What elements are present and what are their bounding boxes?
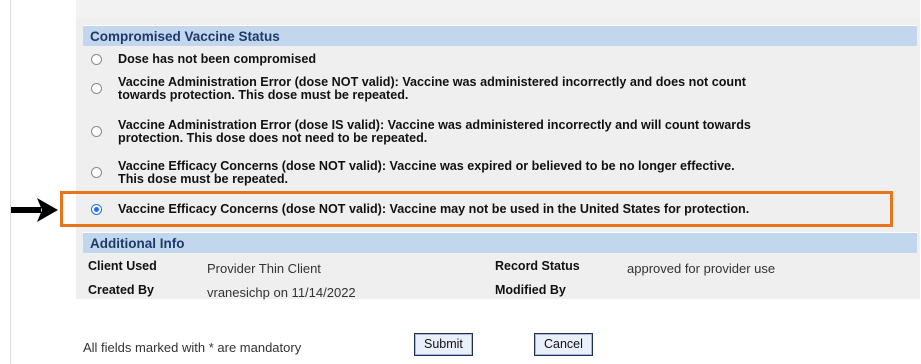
mandatory-fields-note: All fields marked with * are mandatory [83,340,302,355]
client-used-label: Client Used [88,259,157,273]
radio-admin-error-not-valid[interactable] [91,83,102,94]
radio-efficacy-expired[interactable] [91,167,102,178]
highlight-box [60,191,893,227]
client-used-value: Provider Thin Client [207,261,321,276]
radio-not-compromised[interactable] [91,54,102,65]
additional-info-header: Additional Info [83,232,917,253]
option-not-compromised[interactable]: Dose has not been compromised [91,53,891,66]
previous-section-edge [76,0,920,19]
created-by-label: Created By [88,283,154,297]
option-admin-error-not-valid[interactable]: Vaccine Administration Error (dose NOT v… [91,76,891,102]
modified-by-label: Modified By [495,283,566,297]
page-left-border [10,0,11,364]
option-label-line2: This dose must be repeated. [118,172,289,186]
option-label-line2: towards protection. This dose must be re… [118,88,409,102]
submit-button[interactable]: Submit [414,333,473,356]
created-by-value: vranesichp on 11/14/2022 [207,285,356,300]
compromised-section-header: Compromised Vaccine Status [83,25,917,46]
option-label: Dose has not been compromised [118,52,317,66]
pointer-arrow-icon [11,198,58,222]
option-label-line2: protection. This dose does not need to b… [118,131,428,145]
record-status-value: approved for provider use [627,261,776,276]
radio-admin-error-valid[interactable] [91,126,102,137]
option-admin-error-valid[interactable]: Vaccine Administration Error (dose IS va… [91,119,891,145]
cancel-button[interactable]: Cancel [534,333,593,356]
option-efficacy-expired[interactable]: Vaccine Efficacy Concerns (dose NOT vali… [91,160,891,186]
record-status-label: Record Status [495,259,580,273]
